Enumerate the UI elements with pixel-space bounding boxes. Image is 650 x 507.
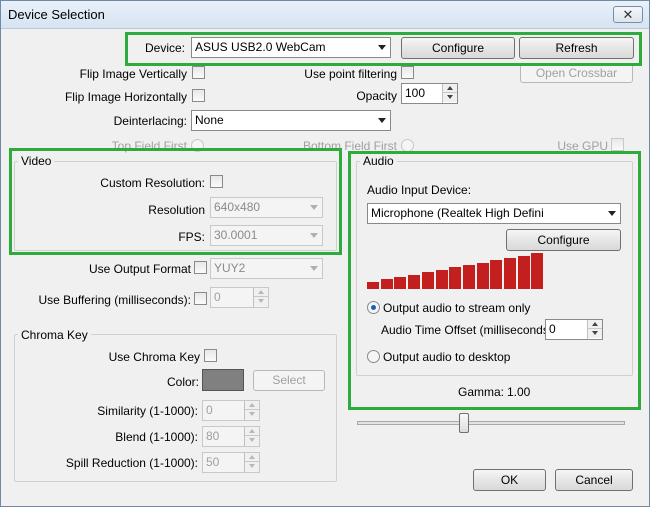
- blend-label: Blend (1-1000):: [115, 430, 198, 444]
- point-filtering-label: Use point filtering: [304, 67, 397, 81]
- use-chroma-key-label: Use Chroma Key: [108, 350, 200, 364]
- spin-down-icon[interactable]: [254, 297, 268, 306]
- spin-up-icon[interactable]: [245, 453, 259, 462]
- deinterlacing-value: None: [195, 113, 224, 127]
- ok-button[interactable]: OK: [473, 469, 546, 491]
- opacity-stepper[interactable]: 100: [401, 83, 458, 104]
- similarity-label: Similarity (1-1000):: [97, 404, 198, 418]
- spin-up-icon[interactable]: [245, 427, 259, 436]
- gamma-slider-track[interactable]: [357, 421, 625, 425]
- cancel-button[interactable]: Cancel: [555, 469, 633, 491]
- chevron-down-icon: [310, 266, 318, 271]
- output-format-select[interactable]: YUY2: [210, 258, 323, 279]
- open-crossbar-button[interactable]: Open Crossbar: [520, 64, 633, 83]
- spin-up-icon[interactable]: [443, 84, 457, 93]
- spill-reduction-value: 50: [206, 455, 220, 469]
- flip-horizontal-checkbox[interactable]: [192, 89, 205, 102]
- deinterlacing-select[interactable]: None: [191, 110, 391, 131]
- use-chroma-key-checkbox[interactable]: [204, 349, 217, 362]
- spill-reduction-stepper[interactable]: 50: [202, 452, 260, 473]
- use-buffering-checkbox[interactable]: [194, 292, 207, 305]
- device-row-highlight: [125, 32, 642, 66]
- deinterlacing-label: Deinterlacing:: [113, 114, 187, 128]
- spin-up-icon[interactable]: [254, 288, 268, 297]
- video-group-highlight: [9, 148, 342, 255]
- chroma-color-swatch[interactable]: [202, 369, 244, 391]
- use-buffering-label: Use Buffering (milliseconds):: [38, 293, 191, 307]
- audio-group-highlight: [348, 151, 641, 410]
- select-color-button[interactable]: Select: [253, 370, 325, 391]
- use-output-format-checkbox[interactable]: [194, 261, 207, 274]
- opacity-label: Opacity: [356, 89, 397, 103]
- flip-vertical-checkbox[interactable]: [192, 66, 205, 79]
- buffering-value: 0: [214, 290, 221, 304]
- flip-horizontal-label: Flip Image Horizontally: [64, 90, 187, 104]
- similarity-value: 0: [206, 403, 213, 417]
- blend-stepper[interactable]: 80: [202, 426, 260, 447]
- spin-down-icon[interactable]: [245, 436, 259, 445]
- title-bar: Device Selection ✕: [1, 1, 649, 29]
- opacity-value: 100: [405, 86, 426, 100]
- window-title: Device Selection: [8, 7, 105, 22]
- point-filtering-checkbox[interactable]: [401, 66, 414, 79]
- spin-down-icon[interactable]: [443, 93, 457, 102]
- gamma-slider-thumb[interactable]: [459, 413, 469, 433]
- similarity-stepper[interactable]: 0: [202, 400, 260, 421]
- color-label: Color:: [166, 375, 199, 389]
- chroma-key-group-title: Chroma Key: [18, 328, 91, 342]
- blend-value: 80: [206, 429, 220, 443]
- close-icon[interactable]: ✕: [613, 6, 643, 23]
- flip-vertical-label: Flip Image Vertically: [79, 67, 187, 81]
- use-output-format-label: Use Output Format: [88, 262, 191, 276]
- output-format-value: YUY2: [214, 261, 246, 275]
- spin-down-icon[interactable]: [245, 410, 259, 419]
- chevron-down-icon: [378, 118, 386, 123]
- device-selection-dialog: Device Selection ✕ Device: ASUS USB2.0 W…: [0, 0, 650, 507]
- use-gpu-checkbox[interactable]: [611, 138, 624, 151]
- spill-reduction-label: Spill Reduction (1-1000):: [65, 456, 198, 470]
- buffering-stepper[interactable]: 0: [210, 287, 269, 308]
- spin-up-icon[interactable]: [245, 401, 259, 410]
- spin-down-icon[interactable]: [245, 462, 259, 471]
